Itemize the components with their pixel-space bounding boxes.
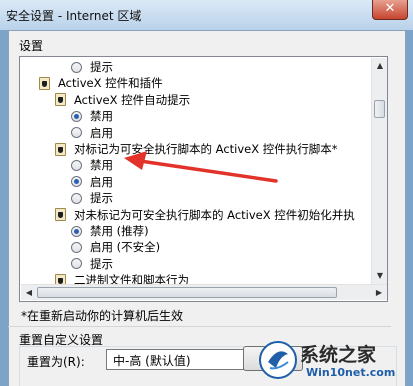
radio-checked-icon[interactable] bbox=[71, 110, 82, 122]
radio-checked-icon[interactable] bbox=[71, 176, 82, 188]
radio-unchecked-icon[interactable] bbox=[71, 241, 82, 253]
radio-unchecked-icon[interactable] bbox=[71, 159, 82, 171]
settings-group-icon bbox=[55, 208, 66, 222]
radio-unchecked-icon[interactable] bbox=[71, 127, 82, 139]
restart-note: *在重新启动你的计算机后生效 bbox=[21, 309, 184, 323]
radio-checked-icon[interactable] bbox=[71, 225, 82, 237]
reset-level-label: 重置为(R): bbox=[27, 355, 85, 369]
option-label: 提示 bbox=[90, 60, 113, 74]
window-title: 安全设置 - Internet 区域 bbox=[6, 9, 142, 23]
option-label: 禁用 bbox=[90, 109, 113, 124]
watermark-text: 系统之家 bbox=[300, 344, 377, 366]
reset-level-select[interactable]: 中-高 (默认值) bbox=[106, 349, 244, 370]
settings-group[interactable]: 对标记为可安全执行脚本的 ActiveX 控件执行脚本* bbox=[55, 140, 338, 158]
option-label: 启用 bbox=[90, 174, 113, 189]
radio-option[interactable]: 启用 bbox=[71, 173, 113, 191]
radio-unchecked-icon[interactable] bbox=[71, 61, 82, 73]
option-label: 禁用 bbox=[90, 158, 113, 173]
radio-option[interactable]: 提示 bbox=[71, 255, 113, 273]
reset-level-value: 中-高 (默认值) bbox=[113, 354, 191, 368]
settings-group-icon bbox=[55, 93, 66, 107]
scroll-up-icon[interactable]: ▲ bbox=[372, 58, 388, 74]
horizontal-scrollbar[interactable]: ◀ ▶ bbox=[21, 284, 387, 300]
vertical-scrollbar[interactable]: ▲ ▼ bbox=[371, 58, 387, 284]
option-label: 禁用 (推荐) bbox=[90, 224, 149, 238]
option-label: 对标记为可安全执行脚本的 ActiveX 控件执行脚本* bbox=[74, 142, 338, 156]
radio-option[interactable]: 禁用 bbox=[71, 107, 113, 125]
scroll-right-icon[interactable]: ▶ bbox=[371, 285, 387, 301]
settings-group[interactable]: 对未标记为可安全执行脚本的 ActiveX 控件初始化并执 bbox=[55, 206, 355, 224]
watermark-url: Win10net.com bbox=[306, 366, 396, 379]
radio-option[interactable]: 启用 (不安全) bbox=[71, 238, 160, 256]
scroll-thumb[interactable] bbox=[374, 100, 385, 118]
divider bbox=[8, 326, 391, 327]
option-label: ActiveX 控件和插件 bbox=[58, 76, 163, 91]
option-label: ActiveX 控件自动提示 bbox=[74, 92, 191, 107]
radio-option[interactable]: 提示 bbox=[71, 189, 113, 207]
option-label: 提示 bbox=[90, 256, 113, 271]
close-icon: ✕ bbox=[384, 1, 396, 16]
settings-group[interactable]: ActiveX 控件自动提示 bbox=[55, 91, 190, 109]
settings-list[interactable]: 提示 ActiveX 控件和插件 ActiveX 控件自动提示 禁用 启用 对标记为可安全… bbox=[19, 56, 388, 302]
title-bar: 安全设置 - Internet 区域 ✕ bbox=[0, 0, 413, 30]
option-label: 对未标记为可安全执行脚本的 ActiveX 控件初始化并执 bbox=[74, 207, 355, 222]
settings-group[interactable]: ActiveX 控件和插件 bbox=[39, 74, 163, 92]
radio-option[interactable]: 提示 bbox=[71, 58, 113, 76]
close-button[interactable]: ✕ bbox=[372, 0, 408, 20]
settings-group-icon bbox=[39, 76, 50, 90]
radio-option[interactable]: 启用 bbox=[71, 124, 113, 142]
radio-unchecked-icon[interactable] bbox=[71, 258, 82, 270]
scroll-down-icon[interactable]: ▼ bbox=[372, 268, 388, 284]
settings-group-icon bbox=[55, 142, 66, 156]
horizontal-scroll-thumb[interactable] bbox=[37, 287, 337, 298]
scroll-left-icon[interactable]: ◀ bbox=[21, 285, 37, 301]
option-label: 启用 (不安全) bbox=[90, 240, 161, 255]
radio-option[interactable]: 禁用 (推荐) bbox=[71, 222, 149, 240]
watermark-logo-icon bbox=[259, 341, 297, 379]
option-label: 提示 bbox=[90, 191, 113, 206]
settings-group-label: 设置 bbox=[19, 39, 44, 53]
radio-option[interactable]: 禁用 bbox=[71, 156, 113, 174]
radio-unchecked-icon[interactable] bbox=[71, 192, 82, 204]
option-label: 启用 bbox=[90, 125, 113, 140]
